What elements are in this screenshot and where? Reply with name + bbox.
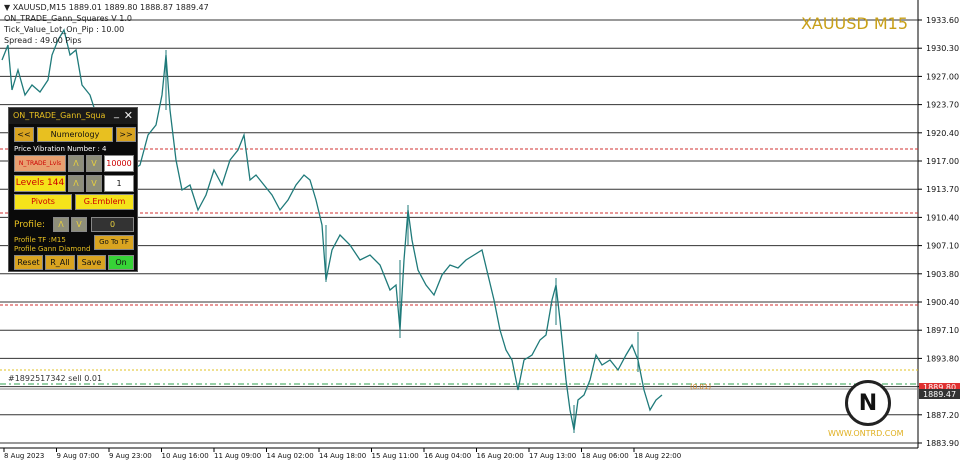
gann-squares-panel[interactable]: ON_TRADE_Gann_Squa _ ✕ << Numerology >> … — [8, 107, 138, 272]
pivots-button[interactable]: Pivots — [14, 194, 72, 210]
price-label: 1903.80 — [926, 270, 959, 279]
emblem-button[interactable]: G.Emblem — [75, 194, 134, 210]
next-mode-button[interactable]: >> — [116, 127, 136, 142]
panel-title-bar[interactable]: ON_TRADE_Gann_Squa _ ✕ — [9, 108, 137, 124]
price-label: 1897.10 — [926, 326, 959, 335]
indicator-name: ON_TRADE_Gann_Squares V 1.0 — [4, 14, 132, 23]
levels-value-input[interactable]: 1 — [104, 175, 134, 192]
time-label: 9 Aug 07:00 — [57, 452, 100, 460]
time-label: 11 Aug 09:00 — [214, 452, 261, 460]
price-label: 1910.40 — [926, 213, 959, 222]
profile-value-input[interactable]: 0 — [91, 217, 134, 232]
profile-up-button[interactable]: Λ — [53, 217, 69, 232]
price-chart[interactable]: 1933.60 1930.30 1927.00 1923.70 1920.40 1917.… — [0, 0, 960, 462]
price-label: 1920.40 — [926, 129, 959, 138]
time-label: 18 Aug 06:00 — [582, 452, 629, 460]
vibration-label: Price Vibration Number : 4 — [14, 145, 107, 153]
on-toggle-button[interactable]: On — [108, 255, 134, 270]
price-label: 1913.70 — [926, 185, 959, 194]
trade-line-label[interactable]: #1892517342 sell 0.01 — [8, 374, 102, 383]
spread-info: Spread : 49.00 Pips — [4, 36, 82, 45]
price-label: 1907.10 — [926, 242, 959, 251]
close-icon[interactable]: ✕ — [124, 108, 133, 124]
price-label: 1933.60 — [926, 16, 959, 25]
time-label: 8 Aug 2023 — [4, 452, 44, 460]
time-label: 9 Aug 23:00 — [109, 452, 152, 460]
price-label: 1923.70 — [926, 101, 959, 110]
pending-order-label: (0.01) — [690, 383, 712, 391]
price-label: 1893.80 — [926, 354, 959, 363]
ontrd-logo: N — [845, 380, 891, 426]
profile-name-label: Profile Gann Diamond — [14, 245, 91, 253]
price-label: 1887.20 — [926, 411, 959, 420]
lvls-value-input[interactable]: 10000 — [104, 155, 134, 172]
tick-value: Tick_Value_Lot_On_Pip : 10.00 — [4, 25, 125, 34]
profile-tf-label: Profile TF :M15 — [14, 236, 66, 244]
lvls-down-button[interactable]: V — [86, 155, 102, 172]
levels-down-button[interactable]: V — [86, 175, 102, 192]
levels-up-button[interactable]: Λ — [68, 175, 84, 192]
profile-label: Profile: — [14, 220, 46, 230]
lvls-name-field[interactable]: N_TRADE_Lvls — [14, 155, 66, 172]
price-label: 1900.40 — [926, 298, 959, 307]
chart-canvas[interactable]: 1933.60 1930.30 1927.00 1923.70 1920.40 1917.… — [0, 0, 960, 462]
r-all-button[interactable]: R_All — [45, 255, 75, 270]
reset-button[interactable]: Reset — [14, 255, 43, 270]
time-label: 14 Aug 02:00 — [267, 452, 314, 460]
time-label: 17 Aug 13:00 — [529, 452, 576, 460]
panel-title: ON_TRADE_Gann_Squa — [13, 111, 106, 120]
profile-down-button[interactable]: V — [71, 217, 87, 232]
price-label: 1927.00 — [926, 72, 959, 81]
time-label: 18 Aug 22:00 — [634, 452, 681, 460]
time-label: 16 Aug 04:00 — [424, 452, 471, 460]
minimize-icon[interactable]: _ — [114, 106, 119, 122]
time-label: 16 Aug 20:00 — [477, 452, 524, 460]
levels-field[interactable]: Levels 144 — [14, 175, 66, 192]
go-to-tf-button[interactable]: Go To TF — [94, 235, 134, 250]
lvls-up-button[interactable]: Λ — [68, 155, 84, 172]
mode-button[interactable]: Numerology — [37, 127, 113, 142]
price-label: 1930.30 — [926, 44, 959, 53]
symbol-watermark: XAUUSD M15 — [800, 14, 908, 33]
prev-mode-button[interactable]: << — [14, 127, 34, 142]
price-label: 1883.90 — [926, 439, 959, 448]
time-label: 10 Aug 16:00 — [162, 452, 209, 460]
current-price-label: 1889.47 — [923, 390, 956, 399]
price-label: 1917.00 — [926, 157, 959, 166]
logo-url: WWW.ONTRD.COM — [828, 429, 904, 438]
save-button[interactable]: Save — [77, 255, 106, 270]
time-label: 14 Aug 18:00 — [319, 452, 366, 460]
symbol-info: ▼ XAUUSD,M15 1889.01 1889.80 1888.87 188… — [4, 3, 209, 12]
time-label: 15 Aug 11:00 — [372, 452, 419, 460]
